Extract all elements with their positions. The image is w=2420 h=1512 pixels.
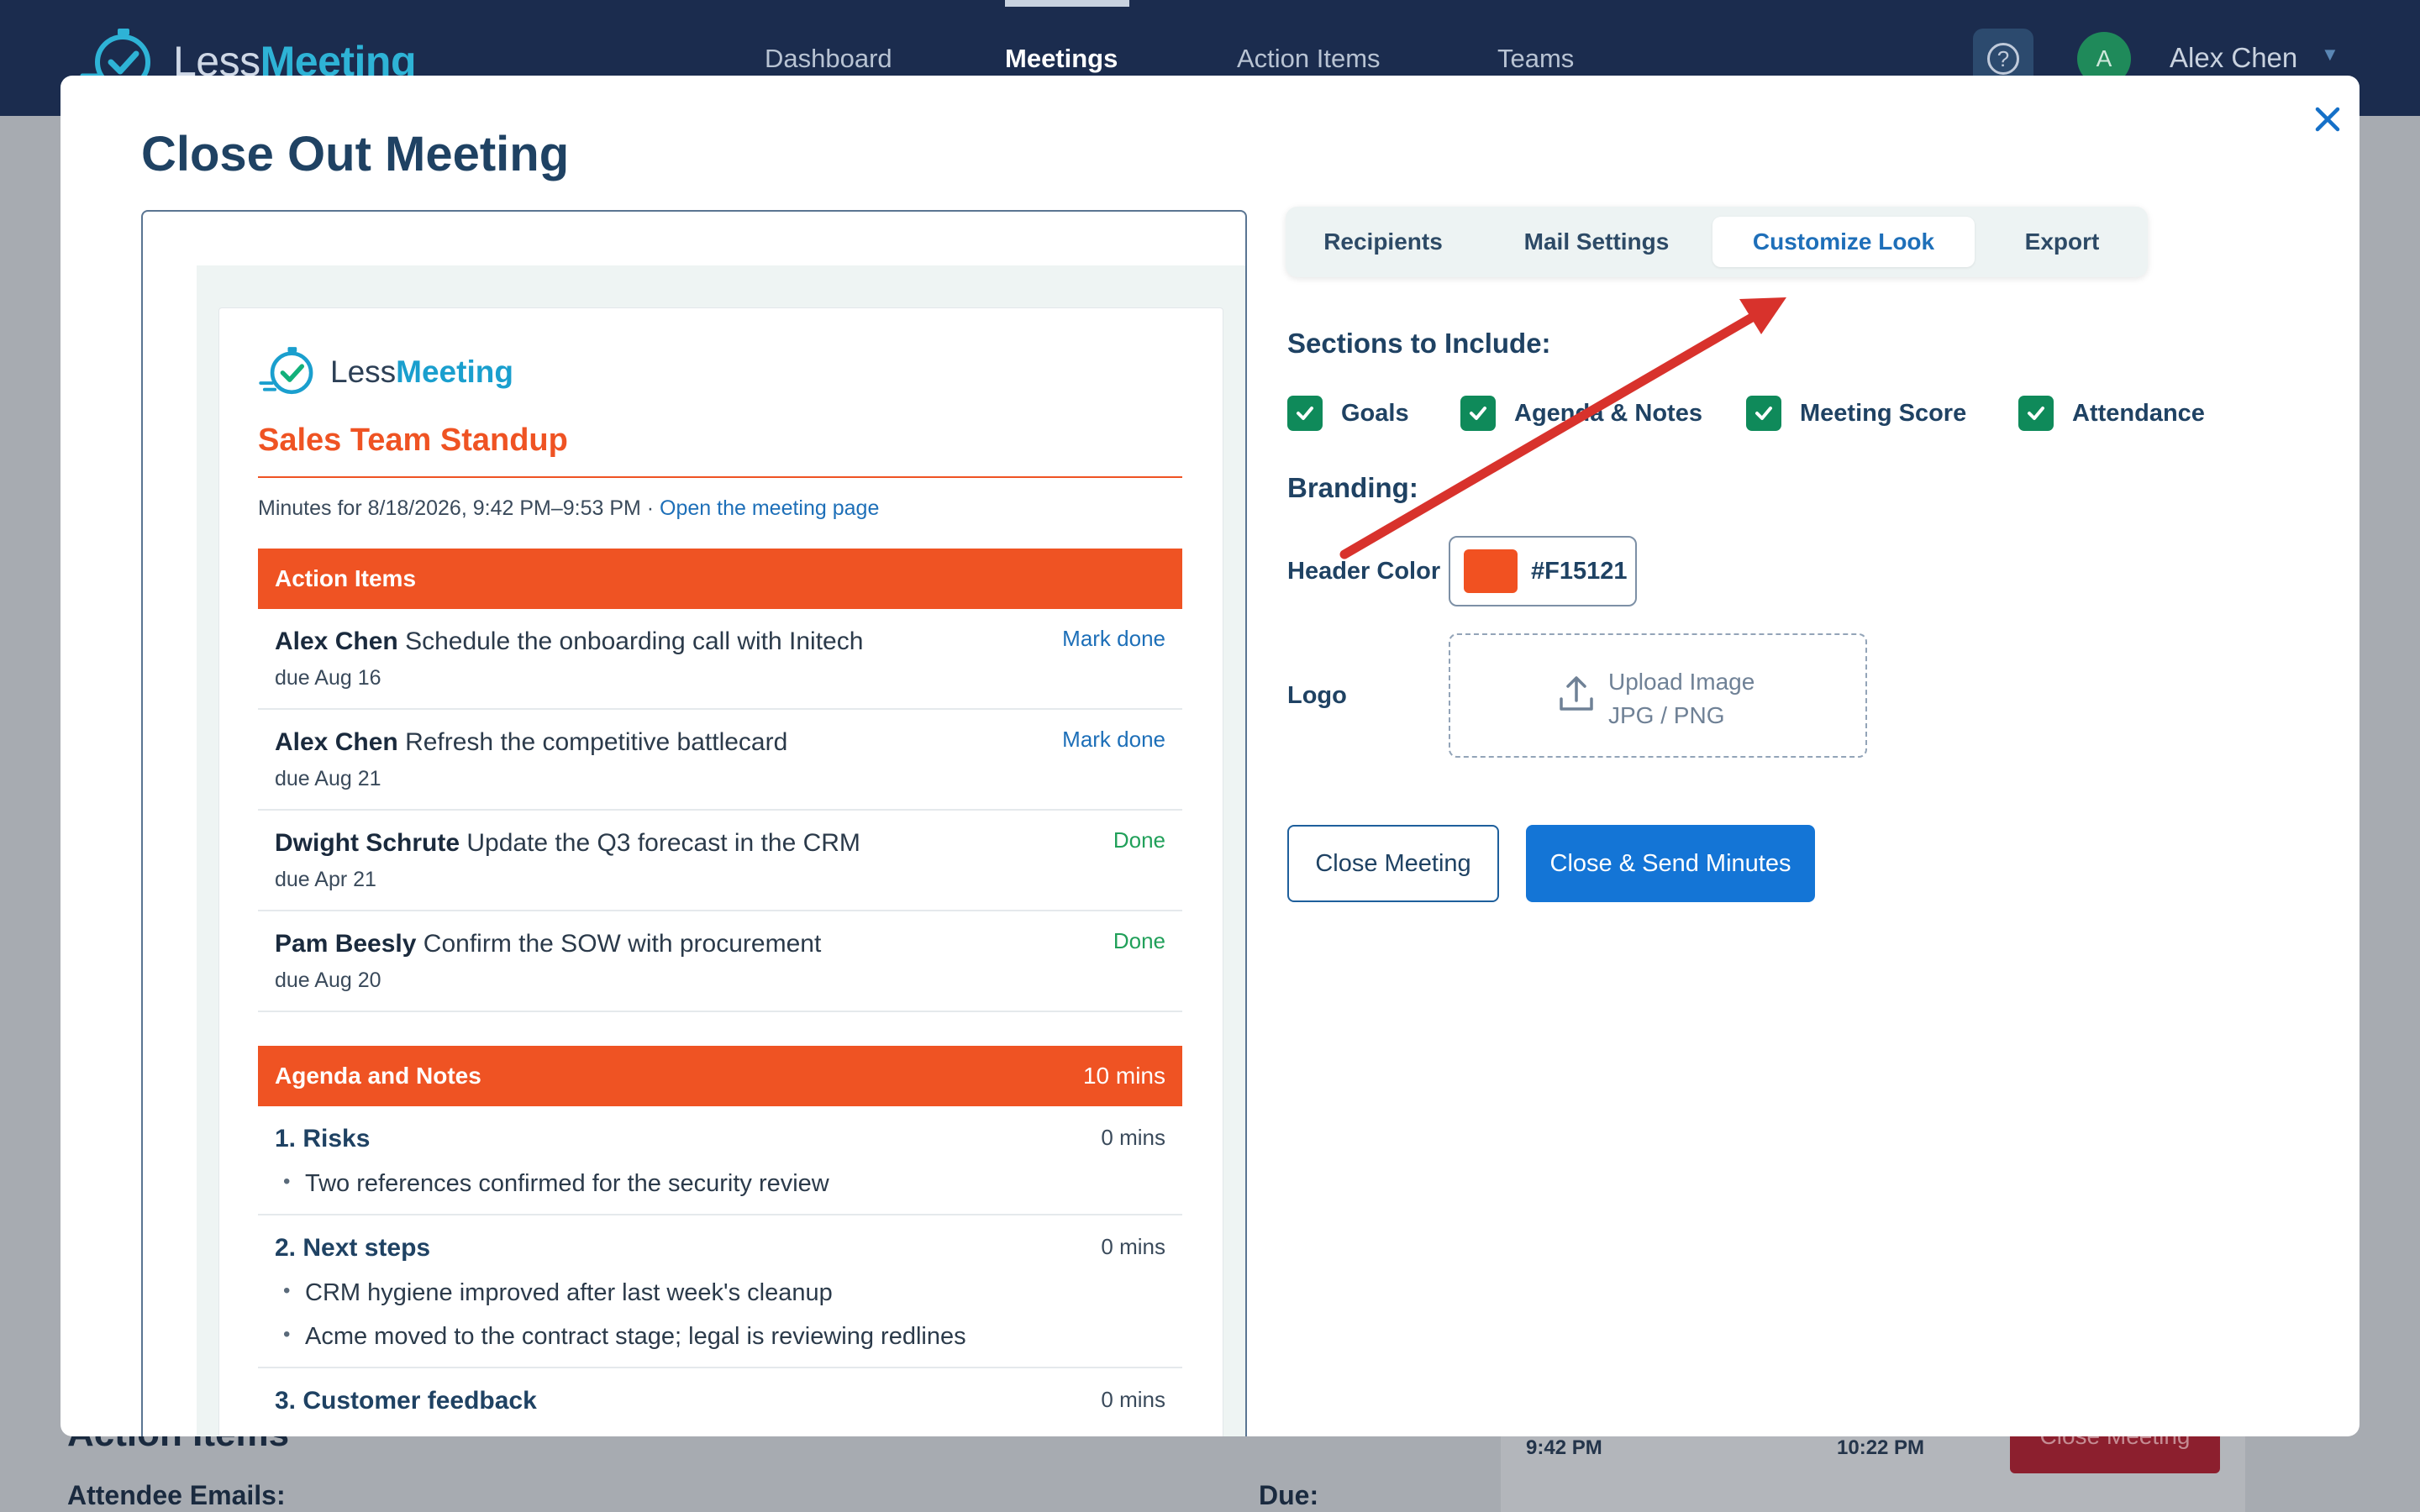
user-name[interactable]: Alex Chen: [2170, 42, 2297, 74]
title-divider: [258, 476, 1182, 478]
header-color-label: Header Color: [1287, 558, 1441, 585]
agenda-header: Agenda and Notes 10 mins: [258, 1046, 1182, 1106]
bg-due-label: Due:: [1259, 1480, 1319, 1510]
logo-clock-check-icon: [259, 347, 313, 395]
email-logo: LessMeeting: [258, 342, 513, 402]
close-icon[interactable]: [2302, 94, 2353, 144]
action-item-row: Pam Beesly Confirm the SOW with procurem…: [258, 911, 1182, 1012]
email-preview-pane[interactable]: LessMeeting Sales Team Standup Minutes f…: [141, 210, 1247, 1436]
bg-start-time: 9:42 PM: [1526, 1436, 1602, 1459]
action-item-owner: Dwight Schrute: [275, 829, 460, 857]
done-status: Done: [1113, 928, 1165, 953]
agenda-item-duration: 0 mins: [1101, 1387, 1165, 1412]
action-item-owner: Alex Chen: [275, 627, 398, 655]
nav-teams[interactable]: Teams: [1497, 44, 1574, 74]
minutes-line: Minutes for 8/18/2026, 9:42 PM–9:53 PM ·…: [258, 496, 880, 520]
action-item-due: due Aug 16: [275, 666, 381, 690]
open-meeting-link[interactable]: Open the meeting page: [660, 496, 879, 520]
agenda-item: 1. Risks 0 mins Two references confirmed…: [258, 1106, 1182, 1215]
checkmark-icon: [1746, 396, 1781, 431]
agenda-item-title: 2. Next steps: [275, 1234, 431, 1262]
nav-meetings[interactable]: Meetings: [1005, 44, 1118, 74]
upload-icon: [1560, 676, 1593, 711]
modal-title: Close Out Meeting: [141, 127, 570, 181]
action-item-task: Update the Q3 forecast in the CRM: [466, 829, 860, 857]
action-item-due: due Aug 21: [275, 767, 381, 790]
branding-label: Branding:: [1287, 472, 1418, 503]
color-swatch: [1464, 549, 1518, 593]
checkbox-goals[interactable]: Goals: [1287, 395, 1409, 432]
close-out-modal: Close Out Meeting LessMeeting Sales Team…: [60, 76, 2360, 1436]
action-item-task: Refresh the competitive battlecard: [405, 728, 788, 756]
action-item-due: due Aug 20: [275, 969, 381, 992]
logo-upload-dropzone[interactable]: Upload Image JPG / PNG: [1449, 633, 1867, 758]
checkmark-icon: [2018, 396, 2054, 431]
agenda-total-duration: 10 mins: [1082, 1063, 1165, 1089]
agenda-note: Two references confirmed for the securit…: [283, 1170, 829, 1198]
checkbox-label: Goals: [1341, 399, 1409, 427]
tab-export[interactable]: Export: [1993, 217, 2131, 267]
nav-action-items[interactable]: Action Items: [1237, 44, 1381, 74]
checkbox-agenda-notes[interactable]: Agenda & Notes: [1460, 395, 1702, 432]
action-item-row: Alex Chen Refresh the competitive battle…: [258, 710, 1182, 811]
checkbox-label: Agenda & Notes: [1514, 399, 1702, 427]
logo-label: Logo: [1287, 682, 1347, 709]
checkmark-icon: [1460, 396, 1496, 431]
agenda-note: Acme moved to the contract stage; legal …: [283, 1323, 966, 1351]
sections-label: Sections to Include:: [1287, 328, 1551, 359]
action-item-task: Schedule the onboarding call with Initec…: [405, 627, 864, 655]
agenda-item: 3. Customer feedback 0 mins: [258, 1368, 1182, 1436]
agenda-item-duration: 0 mins: [1101, 1234, 1165, 1259]
bg-end-time: 10:22 PM: [1837, 1436, 1925, 1459]
agenda-item-duration: 0 mins: [1101, 1125, 1165, 1150]
tab-recipients[interactable]: Recipients: [1301, 217, 1465, 267]
active-nav-indicator: [1005, 0, 1129, 7]
action-item-owner: Alex Chen: [275, 728, 398, 756]
bg-attendee-emails-label: Attendee Emails:: [67, 1480, 286, 1510]
action-items-header: Action Items: [258, 549, 1182, 609]
checkmark-icon: [1287, 396, 1323, 431]
action-item-task: Confirm the SOW with procurement: [423, 930, 822, 958]
checkbox-label: Meeting Score: [1800, 399, 1967, 427]
upload-hint: Upload Image JPG / PNG: [1608, 669, 1755, 728]
meeting-title: Sales Team Standup: [258, 423, 568, 458]
nav-dashboard[interactable]: Dashboard: [765, 44, 892, 74]
checkbox-meeting-score[interactable]: Meeting Score: [1746, 395, 1966, 432]
action-item-row: Dwight Schrute Update the Q3 forecast in…: [258, 811, 1182, 911]
action-item-owner: Pam Beesly: [275, 930, 417, 958]
checkbox-attendance[interactable]: Attendance: [2018, 395, 2205, 432]
mark-done-link[interactable]: Mark done: [1062, 727, 1165, 753]
close-meeting-button[interactable]: Close Meeting: [1287, 825, 1499, 902]
chevron-down-icon[interactable]: ▼: [2321, 44, 2339, 66]
header-color-value: #F15121: [1531, 558, 1628, 585]
done-status: Done: [1113, 827, 1165, 853]
checkbox-label: Attendance: [2072, 399, 2205, 427]
tab-customize-look[interactable]: Customize Look: [1712, 217, 1975, 267]
tab-mail-settings[interactable]: Mail Settings: [1496, 217, 1697, 267]
header-color-picker[interactable]: #F15121: [1449, 536, 1637, 606]
action-item-due: due Apr 21: [275, 868, 376, 891]
email-brand-name: LessMeeting: [330, 354, 513, 389]
agenda-item-title: 3. Customer feedback: [275, 1387, 537, 1415]
email-card: LessMeeting Sales Team Standup Minutes f…: [218, 307, 1223, 1436]
settings-tabs: Recipients Mail Settings Customize Look …: [1286, 207, 2148, 277]
close-send-minutes-button[interactable]: Close & Send Minutes: [1526, 825, 1815, 902]
agenda-note: CRM hygiene improved after last week's c…: [283, 1279, 833, 1307]
agenda-item-title: 1. Risks: [275, 1125, 371, 1152]
help-icon: ?: [1987, 43, 2019, 75]
mark-done-link[interactable]: Mark done: [1062, 626, 1165, 652]
agenda-item: 2. Next steps 0 mins CRM hygiene improve…: [258, 1215, 1182, 1368]
action-item-row: Alex Chen Schedule the onboarding call w…: [258, 609, 1182, 710]
